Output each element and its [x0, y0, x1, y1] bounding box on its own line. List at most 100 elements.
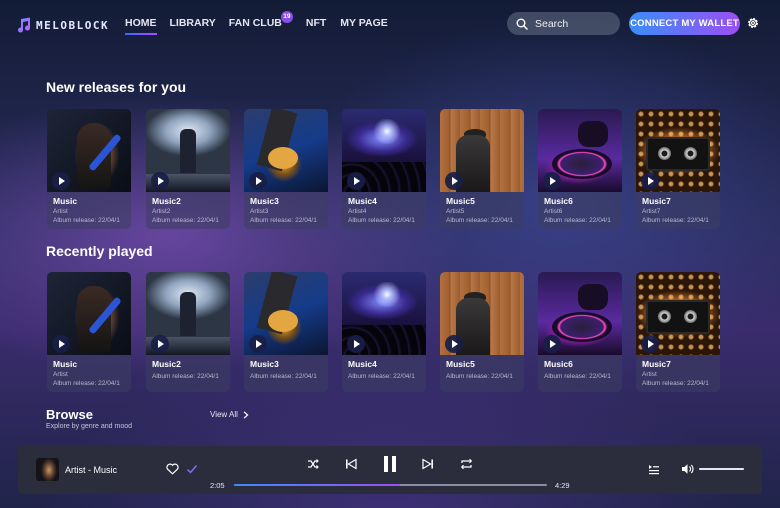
album-release: Album release: 22/04/1: [446, 217, 513, 224]
play-icon[interactable]: [249, 172, 267, 190]
album-release: Album release: 22/04/1: [642, 380, 709, 387]
album-title: Music2: [152, 196, 181, 206]
album-card[interactable]: Music2 Album release: 22/04/1: [146, 272, 230, 392]
play-icon[interactable]: [641, 172, 659, 190]
album-release: Album release: 22/04/1: [250, 217, 317, 224]
search-input[interactable]: Search: [507, 12, 620, 35]
album-release: Album release: 22/04/1: [446, 373, 513, 380]
current-time: 2:05: [210, 481, 225, 490]
album-release: Album release: 22/04/1: [152, 373, 219, 380]
album-release: Album release: 22/04/1: [250, 373, 317, 380]
album-title: Music3: [250, 359, 279, 369]
new-releases-row: Music Artist Album release: 22/04/1 Musi…: [47, 109, 727, 229]
album-card[interactable]: Music4 Artist4 Album release: 22/04/1: [342, 109, 426, 229]
album-title: Music: [53, 196, 78, 206]
album-release: Album release: 22/04/1: [348, 373, 415, 380]
album-title: Music5: [446, 196, 475, 206]
album-artist: Artist: [53, 371, 68, 378]
album-card[interactable]: Music2 Artist2 Album release: 22/04/1: [146, 109, 230, 229]
album-title: Music7: [642, 196, 671, 206]
play-icon[interactable]: [151, 335, 169, 353]
album-card[interactable]: Music3 Album release: 22/04/1: [244, 272, 328, 392]
album-title: Music6: [544, 359, 573, 369]
connect-wallet-button[interactable]: CONNECT MY WALLET: [629, 12, 740, 35]
album-card[interactable]: Music Artist Album release: 22/04/1: [47, 109, 131, 229]
progress-bar[interactable]: [234, 484, 547, 486]
nav-fan-club[interactable]: FAN CLUB 19: [228, 11, 293, 29]
album-release: Album release: 22/04/1: [544, 373, 611, 380]
nav-home[interactable]: HOME: [125, 17, 157, 35]
play-icon[interactable]: [249, 335, 267, 353]
previous-icon[interactable]: [345, 458, 357, 470]
recently-played-row: Music Artist Album release: 22/04/1 Musi…: [47, 272, 727, 392]
play-icon[interactable]: [641, 335, 659, 353]
play-icon[interactable]: [445, 172, 463, 190]
album-artist: Artist: [642, 371, 657, 378]
album-card[interactable]: Music4 Album release: 22/04/1: [342, 272, 426, 392]
view-all-link[interactable]: View All: [210, 410, 249, 419]
top-header: MELOBLOCK HOME LIBRARY FAN CLUB 19 NFT M…: [0, 0, 780, 48]
browse-subtitle: Explore by genre and mood: [46, 423, 132, 430]
album-title: Music4: [348, 196, 377, 206]
album-artist: Artist3: [250, 208, 269, 215]
album-release: Album release: 22/04/1: [348, 217, 415, 224]
album-artist: Artist6: [544, 208, 563, 215]
play-icon[interactable]: [347, 335, 365, 353]
album-title: Music2: [152, 359, 181, 369]
album-title: Music4: [348, 359, 377, 369]
heart-icon[interactable]: [166, 463, 179, 475]
progress-fill: [234, 484, 400, 486]
play-icon[interactable]: [52, 335, 70, 353]
play-icon[interactable]: [543, 172, 561, 190]
nav-fan-club-label: FAN CLUB: [228, 17, 282, 29]
album-card[interactable]: Music6 Album release: 22/04/1: [538, 272, 622, 392]
main-nav: HOME LIBRARY FAN CLUB 19 NFT MY PAGE: [125, 11, 388, 35]
album-release: Album release: 22/04/1: [53, 380, 120, 387]
notification-badge: 19: [280, 11, 293, 23]
album-card[interactable]: Music Artist Album release: 22/04/1: [47, 272, 131, 392]
section-title-browse: Browse: [46, 407, 93, 422]
repeat-icon[interactable]: [460, 458, 473, 470]
next-icon[interactable]: [422, 458, 434, 470]
play-icon[interactable]: [445, 335, 463, 353]
album-card[interactable]: Music5 Artist5 Album release: 22/04/1: [440, 109, 524, 229]
play-icon[interactable]: [543, 335, 561, 353]
search-placeholder: Search: [535, 17, 569, 30]
section-title-new-releases: New releases for you: [46, 79, 187, 95]
album-card[interactable]: Music7 Artist Album release: 22/04/1: [636, 272, 720, 392]
music-note-icon: [18, 17, 31, 33]
album-release: Album release: 22/04/1: [152, 217, 219, 224]
album-title: Music7: [642, 359, 671, 369]
shuffle-icon[interactable]: [307, 458, 319, 470]
album-title: Music3: [250, 196, 279, 206]
album-artist: Artist: [53, 208, 68, 215]
play-icon[interactable]: [347, 172, 365, 190]
album-title: Music6: [544, 196, 573, 206]
check-icon[interactable]: [186, 463, 198, 475]
now-playing-title: Artist - Music: [65, 465, 118, 475]
chevron-right-icon: [243, 410, 249, 419]
section-title-recently-played: Recently played: [46, 243, 153, 259]
album-artist: Artist4: [348, 208, 367, 215]
logo-text: MELOBLOCK: [36, 18, 110, 32]
album-card[interactable]: Music3 Artist3 Album release: 22/04/1: [244, 109, 328, 229]
album-card[interactable]: Music7 Artist7 Album release: 22/04/1: [636, 109, 720, 229]
nav-my-page[interactable]: MY PAGE: [340, 17, 387, 29]
nav-library[interactable]: LIBRARY: [170, 17, 216, 29]
pause-icon[interactable]: [382, 455, 398, 473]
now-playing-cover: [36, 458, 59, 481]
nav-nft[interactable]: NFT: [306, 17, 326, 29]
volume-slider[interactable]: [699, 468, 744, 470]
album-release: Album release: 22/04/1: [642, 217, 709, 224]
album-card[interactable]: Music6 Artist6 Album release: 22/04/1: [538, 109, 622, 229]
queue-icon[interactable]: [648, 463, 660, 475]
volume-icon[interactable]: [681, 463, 694, 475]
logo[interactable]: MELOBLOCK: [16, 16, 109, 34]
gear-icon[interactable]: [746, 16, 760, 30]
album-artist: Artist2: [152, 208, 171, 215]
player-bar: Artist - Music 2:05 4:29: [18, 446, 762, 494]
album-release: Album release: 22/04/1: [53, 217, 120, 224]
play-icon[interactable]: [52, 172, 70, 190]
album-card[interactable]: Music5 Album release: 22/04/1: [440, 272, 524, 392]
play-icon[interactable]: [151, 172, 169, 190]
